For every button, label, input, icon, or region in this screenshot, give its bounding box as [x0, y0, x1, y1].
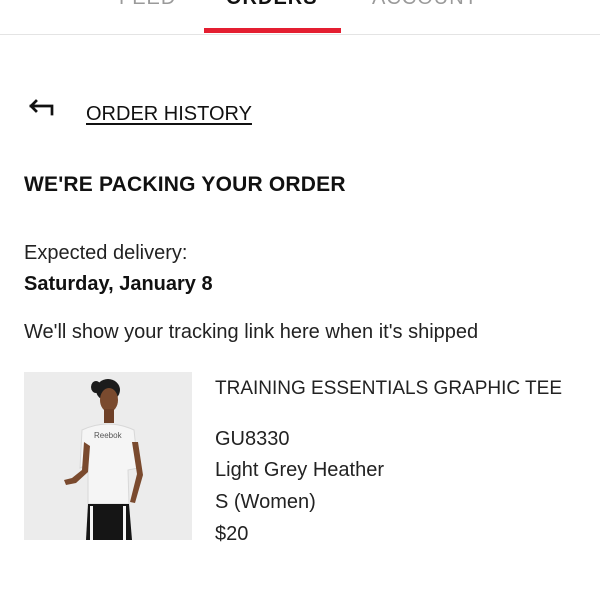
- product-image[interactable]: Reebok: [24, 372, 192, 540]
- expected-delivery-date: Saturday, January 8: [24, 273, 213, 295]
- active-tab-indicator: [204, 28, 341, 33]
- top-tab-bar: FEED ORDERS ACCOUNT: [0, 0, 600, 35]
- expected-delivery-label: Expected delivery:: [24, 242, 188, 264]
- tracking-note: We'll show your tracking link here when …: [24, 321, 479, 343]
- tab-feed[interactable]: FEED: [119, 0, 176, 10]
- product-image-illustration: Reebok: [24, 372, 192, 540]
- product-name[interactable]: TRAINING ESSENTIALS GRAPHIC TEE: [215, 378, 595, 400]
- product-sku: GU8330: [215, 428, 290, 450]
- shirt-logo-text: Reebok: [94, 431, 123, 440]
- product-price: $20: [215, 523, 249, 545]
- tab-account[interactable]: ACCOUNT: [372, 0, 478, 10]
- product-color: Light Grey Heather: [215, 459, 384, 481]
- product-size: S (Women): [215, 491, 316, 513]
- order-history-link[interactable]: ORDER HISTORY: [86, 103, 252, 126]
- tab-orders[interactable]: ORDERS: [226, 0, 318, 10]
- return-arrow-icon[interactable]: [28, 98, 58, 118]
- product-details: TRAINING ESSENTIALS GRAPHIC TEE GU8330 L…: [215, 378, 595, 545]
- order-status-heading: WE'RE PACKING YOUR ORDER: [24, 173, 346, 196]
